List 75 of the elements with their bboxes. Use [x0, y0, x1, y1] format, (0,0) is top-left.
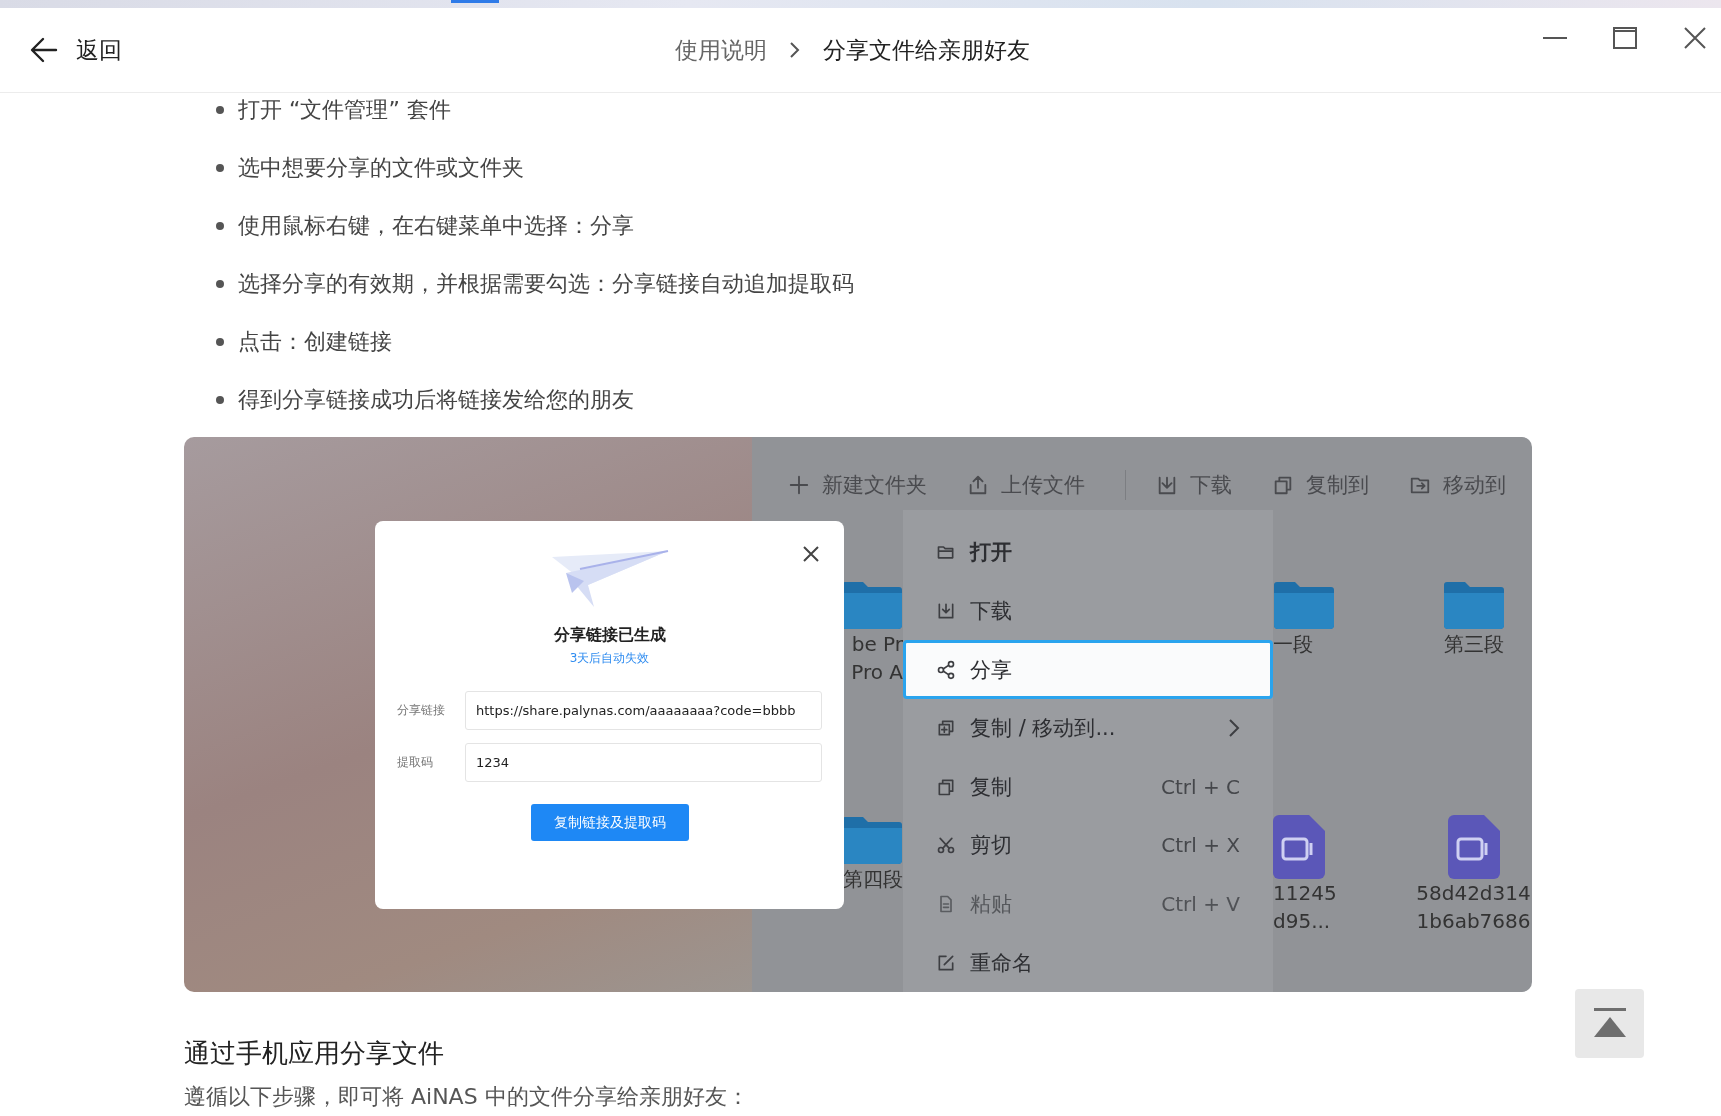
file-name: 第三段	[1443, 631, 1504, 658]
toolbar-button[interactable]: 上传文件	[967, 470, 1085, 499]
shortcut-text: Ctrl + C	[1160, 774, 1240, 799]
file-name: Pro A	[851, 659, 903, 686]
step-text: 得到分享链接成功后将链接发给您的朋友	[238, 386, 634, 414]
section-heading: 通过手机应用分享文件	[184, 1037, 445, 1070]
dialog-title: 分享链接已生成	[553, 625, 666, 646]
menu-item[interactable]: 剪切 Ctrl + X	[903, 816, 1273, 875]
intro-text: 遵循以下步骤，即可将 AiNAS 中的文件分享给亲朋好友：	[184, 1083, 750, 1111]
breadcrumb-item[interactable]: 分享文件给亲朋好友	[823, 34, 1030, 66]
menu-item[interactable]: 下载	[903, 581, 1273, 641]
input-field[interactable]: 1234	[465, 743, 822, 782]
back-to-top-button[interactable]	[1575, 989, 1644, 1058]
folder-icon	[1442, 580, 1505, 630]
step-text: 点击：创建链接	[238, 328, 392, 356]
menu-item[interactable]: 分享	[903, 640, 1273, 699]
bullet-icon	[216, 164, 224, 172]
bullet-icon	[216, 222, 224, 230]
bullet-icon	[216, 280, 224, 288]
field-label: 提取码	[397, 754, 434, 771]
toolbar-button[interactable]: 复制到	[1272, 470, 1369, 499]
field-label: 分享链接	[397, 702, 446, 719]
menu-item[interactable]: 打开	[903, 523, 1273, 582]
minimize-icon	[1542, 36, 1568, 40]
video-file-icon	[1273, 815, 1325, 879]
back-link[interactable]: 返回	[30, 34, 122, 66]
file-name: d95...	[1273, 908, 1331, 935]
toolbar-button[interactable]: 新建文件夹	[788, 470, 927, 499]
toolbar-button[interactable]: 下载	[1156, 470, 1232, 499]
scissors-icon	[936, 835, 956, 856]
upload-icon	[967, 473, 989, 496]
back-arrow-icon	[30, 37, 58, 63]
close-icon	[1683, 26, 1707, 50]
shortcut-text: Ctrl + X	[1161, 833, 1240, 858]
file-name: 1b6ab7686	[1416, 908, 1531, 935]
shortcut-text: Ctrl + V	[1161, 892, 1240, 917]
folder-icon	[1273, 580, 1335, 630]
share-icon	[936, 659, 956, 680]
copy-icon	[936, 718, 956, 739]
menu-item[interactable]: 复制 / 移动到...	[903, 698, 1273, 758]
breadcrumb-item[interactable]: 使用说明	[675, 34, 767, 66]
menu-label: 复制 / 移动到...	[970, 715, 1117, 743]
expiry-note: 3天后自动失效	[569, 650, 650, 667]
folder-icon	[841, 815, 903, 865]
file-name: 11245	[1273, 880, 1335, 907]
bullet-icon	[216, 106, 224, 114]
plus-icon	[788, 473, 810, 496]
input-field[interactable]: https://share.palynas.com/aaaaaaaa?code=bbbb	[465, 691, 822, 730]
menu-label: 打开	[970, 539, 1013, 567]
menu-label: 下载	[970, 597, 1013, 625]
menu-label: 剪切	[970, 832, 1013, 860]
file-name: be Pr	[851, 631, 903, 658]
chevron-right-icon	[789, 41, 801, 59]
menu-label: 重命名	[970, 949, 1034, 977]
step-text: 打开 “文件管理” 套件	[238, 96, 451, 124]
menu-label: 粘贴	[970, 891, 1013, 919]
edit-icon	[936, 952, 956, 973]
step-text: 选择分享的有效期，并根据需要勾选：分享链接自动追加提取码	[238, 270, 854, 298]
folder-icon	[841, 580, 903, 630]
step-text: 使用鼠标右键，在右键菜单中选择：分享	[238, 212, 634, 240]
toolbar-button[interactable]: 移动到	[1409, 470, 1506, 499]
file-name: 58d42d314	[1416, 880, 1531, 907]
menu-label: 分享	[970, 656, 1013, 684]
tab-indicator	[451, 0, 499, 3]
bullet-icon	[216, 338, 224, 346]
step-text: 选中想要分享的文件或文件夹	[238, 154, 524, 182]
menu-item[interactable]: 复制 Ctrl + C	[903, 757, 1273, 817]
file-name: 一段	[1273, 631, 1313, 658]
file-name: 第四段	[843, 866, 903, 893]
menu-item[interactable]: 重命名	[903, 933, 1273, 992]
video-file-icon	[1447, 815, 1500, 879]
maximize-icon	[1613, 27, 1637, 49]
bullet-icon	[216, 396, 224, 404]
copy-button[interactable]: 复制链接及提取码	[530, 804, 689, 841]
menu-label: 复制	[970, 773, 1013, 801]
